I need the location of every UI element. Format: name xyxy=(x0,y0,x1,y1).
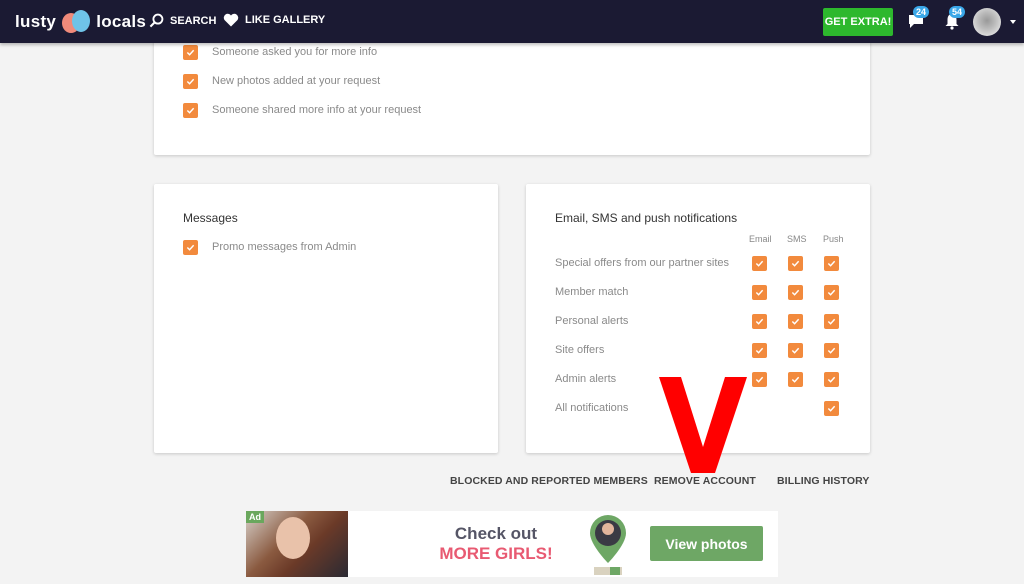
checkbox-shared-info[interactable] xyxy=(183,103,198,118)
messages-card: Messages Promo messages from Admin xyxy=(154,184,498,453)
label-asked-info: Someone asked you for more info xyxy=(212,46,378,58)
remove-account-link[interactable]: REMOVE ACCOUNT xyxy=(654,475,756,487)
notification-row-label: Member match xyxy=(555,286,629,298)
notification-row-label: Special offers from our partner sites xyxy=(555,257,730,269)
heart-icon xyxy=(223,13,239,27)
column-header-email: Email xyxy=(749,234,772,244)
checkbox-sms[interactable] xyxy=(788,343,803,358)
notification-row-label: Admin alerts xyxy=(555,373,617,385)
nav-gallery-label: LIKE GALLERY xyxy=(245,14,326,26)
checkbox-sms[interactable] xyxy=(788,256,803,271)
notification-row-label: Personal alerts xyxy=(555,315,629,327)
notification-row-label: Site offers xyxy=(555,344,605,356)
notifications-card-title: Email, SMS and push notifications xyxy=(555,211,738,225)
ad-banner[interactable]: Ad Check out MORE GIRLS! View photos xyxy=(246,511,778,577)
logo-mark-icon xyxy=(60,8,92,36)
column-header-sms: SMS xyxy=(787,234,807,244)
ad-tag: Ad xyxy=(246,511,264,523)
checkbox-new-photos[interactable] xyxy=(183,74,198,89)
checkbox-push[interactable] xyxy=(824,343,839,358)
checkbox-email[interactable] xyxy=(752,314,767,329)
messages-card-title: Messages xyxy=(183,211,238,225)
blocked-members-link[interactable]: BLOCKED AND REPORTED MEMBERS xyxy=(450,475,648,487)
checkbox-sms[interactable] xyxy=(788,285,803,300)
notifications-button[interactable]: 54 xyxy=(943,6,966,35)
checkbox-push[interactable] xyxy=(824,285,839,300)
checkbox-push[interactable] xyxy=(824,314,839,329)
checkbox-push[interactable] xyxy=(824,401,839,416)
label-shared-info: Someone shared more info at your request xyxy=(212,104,422,116)
checkbox-sms[interactable] xyxy=(788,314,803,329)
checkbox-email[interactable] xyxy=(752,256,767,271)
logo-text-right: locals xyxy=(96,12,147,31)
checkbox-promo-messages[interactable] xyxy=(183,240,198,255)
label-promo-messages: Promo messages from Admin xyxy=(212,241,357,253)
label-new-photos: New photos added at your request xyxy=(212,75,381,87)
messages-count-badge: 24 xyxy=(913,6,930,18)
site-logo[interactable]: lusty locals xyxy=(15,8,146,36)
checkbox-email[interactable] xyxy=(752,343,767,358)
nav-search-label: SEARCH xyxy=(170,14,217,27)
notifications-count-badge: 54 xyxy=(949,6,966,18)
chevron-down-icon[interactable] xyxy=(1010,20,1016,24)
messages-button[interactable]: 24 xyxy=(907,6,930,35)
nav-like-gallery[interactable]: LIKE GALLERY xyxy=(223,13,325,27)
red-v-annotation xyxy=(659,377,747,473)
request-notifications-card: Someone asked you for more info New phot… xyxy=(154,30,870,155)
checkbox-push[interactable] xyxy=(824,256,839,271)
search-icon xyxy=(149,13,164,28)
map-pin-icon xyxy=(590,515,626,575)
checkbox-asked-info[interactable] xyxy=(183,45,198,60)
top-navbar: lusty locals SEARCH LIKE GALLERY GET EXT… xyxy=(0,0,1024,43)
column-header-push: Push xyxy=(823,234,844,244)
user-avatar[interactable] xyxy=(973,8,1001,36)
get-extra-button[interactable]: GET EXTRA! xyxy=(823,8,893,36)
notification-row-label: All notifications xyxy=(555,402,629,414)
logo-text-left: lusty xyxy=(15,12,57,31)
checkbox-push[interactable] xyxy=(824,372,839,387)
checkbox-sms[interactable] xyxy=(788,372,803,387)
checkbox-email[interactable] xyxy=(752,372,767,387)
nav-search[interactable]: SEARCH xyxy=(149,13,216,28)
ad-headline: Check out xyxy=(454,524,538,543)
ad-highlight: MORE GIRLS! xyxy=(439,544,553,563)
billing-history-link[interactable]: BILLING HISTORY xyxy=(777,475,870,487)
view-photos-button[interactable]: View photos xyxy=(650,526,763,561)
checkbox-email[interactable] xyxy=(752,285,767,300)
